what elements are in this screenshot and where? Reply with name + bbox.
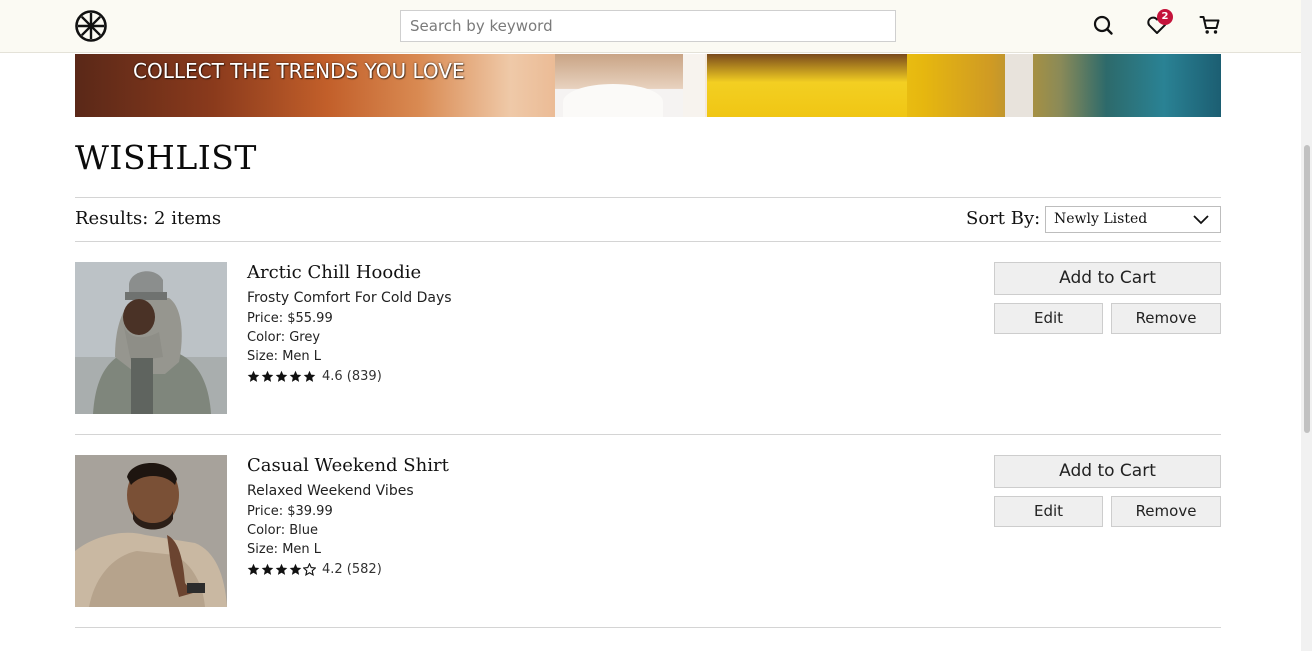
star-filled-icon <box>275 563 288 575</box>
product-color: Color: Blue <box>247 523 318 538</box>
product-color: Color: Grey <box>247 330 321 345</box>
sort-label: Sort By: <box>966 208 1041 229</box>
star-filled-icon <box>275 370 288 382</box>
wishlist-item: Arctic Chill Hoodie Frosty Comfort For C… <box>75 262 1221 414</box>
star-filled-icon <box>289 563 302 575</box>
star-rating <box>247 562 316 576</box>
divider <box>75 197 1221 198</box>
product-rating: 4.6 (839) <box>247 368 382 384</box>
banner-photo-pillar <box>1005 54 1033 117</box>
banner-headline: COLLECT THE TRENDS YOU LOVE <box>133 59 465 83</box>
star-filled-icon <box>303 370 316 382</box>
product-tagline: Relaxed Weekend Vibes <box>247 483 414 499</box>
product-tagline: Frosty Comfort For Cold Days <box>247 290 452 306</box>
search-input[interactable] <box>400 10 896 42</box>
remove-button[interactable]: Remove <box>1111 496 1221 527</box>
results-count: Results: 2 items <box>75 208 222 229</box>
rating-text: 4.6 (839) <box>322 368 382 384</box>
search-icon[interactable] <box>1092 14 1114 36</box>
sort-selected-value: Newly Listed <box>1054 211 1148 227</box>
star-filled-icon <box>247 370 260 382</box>
product-price: Price: $55.99 <box>247 311 333 326</box>
product-image[interactable] <box>75 455 227 607</box>
product-name[interactable]: Casual Weekend Shirt <box>247 455 449 476</box>
edit-button[interactable]: Edit <box>994 496 1103 527</box>
star-filled-icon <box>247 563 260 575</box>
product-size: Size: Men L <box>247 542 322 557</box>
site-header: 2 <box>0 0 1301 53</box>
wishlist-item: Casual Weekend Shirt Relaxed Weekend Vib… <box>75 455 1221 607</box>
page-title: WISHLIST <box>75 138 257 177</box>
add-to-cart-button[interactable]: Add to Cart <box>994 455 1221 488</box>
divider <box>75 627 1221 628</box>
product-price: Price: $39.99 <box>247 504 333 519</box>
star-rating <box>247 370 316 383</box>
wishlist-count-badge: 2 <box>1157 9 1173 25</box>
star-filled-icon <box>261 563 274 575</box>
product-size: Size: Men L <box>247 349 322 364</box>
banner-photo-shoulder <box>563 84 663 117</box>
promo-banner[interactable]: COLLECT THE TRENDS YOU LOVE <box>75 54 1221 117</box>
banner-photo-garment <box>707 54 907 117</box>
edit-button[interactable]: Edit <box>994 303 1103 334</box>
chevron-down-icon <box>1192 213 1210 227</box>
divider <box>75 241 1221 242</box>
scrollbar-thumb[interactable] <box>1304 145 1310 433</box>
rating-text: 4.2 (582) <box>322 561 382 577</box>
star-filled-icon <box>261 370 274 382</box>
product-rating: 4.2 (582) <box>247 561 382 577</box>
sort-select[interactable]: Newly Listed <box>1045 206 1221 233</box>
remove-button[interactable]: Remove <box>1111 303 1221 334</box>
star-filled-icon <box>289 370 302 382</box>
cart-icon[interactable] <box>1199 14 1221 36</box>
add-to-cart-button[interactable]: Add to Cart <box>994 262 1221 295</box>
product-name[interactable]: Arctic Chill Hoodie <box>247 262 421 283</box>
divider <box>75 434 1221 435</box>
star-empty-icon <box>303 562 316 576</box>
product-image[interactable] <box>75 262 227 414</box>
banner-photo-strap <box>683 54 705 117</box>
logo-wheel-icon[interactable] <box>75 10 107 42</box>
